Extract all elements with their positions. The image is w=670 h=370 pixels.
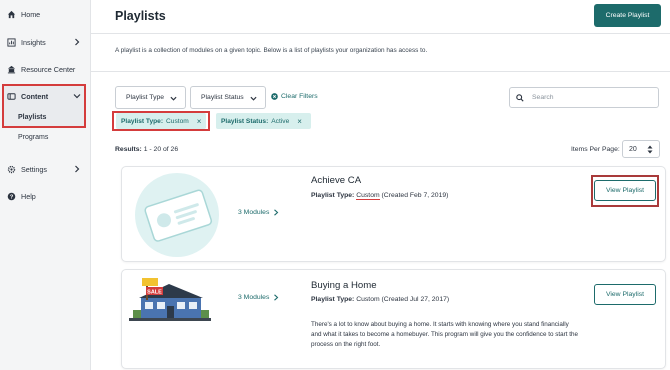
playlist-type-value: Custom (356, 192, 380, 200)
clear-filters-label: Clear Filters (281, 93, 318, 100)
sidebar-item-settings[interactable]: Settings (0, 160, 91, 178)
filter-chip-status: Playlist Status: Active × (216, 113, 311, 129)
page-description: A playlist is a collection of modules on… (115, 47, 428, 54)
search-box[interactable] (509, 87, 659, 108)
sidebar-item-help[interactable]: ? Help (0, 187, 91, 205)
chart-icon (7, 37, 16, 47)
sidebar-item-home[interactable]: Home (0, 5, 91, 23)
playlist-title: Buying a Home (311, 280, 377, 291)
sidebar-item-resource-center[interactable]: Resource Center (0, 60, 91, 78)
svg-text:?: ? (10, 194, 14, 200)
gear-icon (7, 165, 16, 174)
modules-link[interactable]: 3 Modules (238, 294, 279, 301)
modules-count: 3 Modules (238, 294, 270, 301)
playlist-description: There's a lot to know about buying a hom… (311, 321, 578, 348)
playlist-meta: Playlist Type: Custom (Created Jul 27, 2… (311, 296, 449, 303)
sidebar-subitem-programs[interactable]: Programs (18, 134, 48, 141)
page-header (91, 0, 670, 34)
sidebar-item-insights[interactable]: Insights (0, 33, 91, 51)
playlist-meta: Playlist Type: Custom (Created Feb 7, 20… (311, 192, 449, 200)
chevron-down-icon (250, 96, 257, 101)
house-illustration-image: SALE (129, 278, 211, 321)
clear-filters-link[interactable]: Clear Filters (271, 93, 318, 100)
playlist-created: (Created Feb 7, 2019) (381, 192, 449, 199)
sort-arrows-icon (647, 145, 653, 154)
dropdown-label: Playlist Type (126, 94, 165, 101)
sidebar-item-label: Help (21, 191, 36, 201)
chip-value: Active (271, 117, 290, 125)
results-label: Results: (115, 146, 142, 153)
sidebar-item-label: Content (21, 91, 49, 101)
home-icon (7, 10, 16, 19)
modules-link[interactable]: 3 Modules (238, 209, 279, 216)
playlist-created: (Created Jul 27, 2017) (381, 296, 450, 303)
items-per-page-label: Items Per Page: (571, 146, 620, 153)
create-playlist-button[interactable]: Create Playlist (594, 4, 661, 27)
sale-sign-text: SALE (147, 290, 162, 296)
playlist-status-dropdown[interactable]: Playlist Status (190, 86, 266, 109)
results-range: 1 - 20 of 26 (143, 146, 179, 153)
sidebar-item-label: Resource Center (21, 64, 76, 74)
chevron-down-icon (73, 94, 81, 99)
content-icon (7, 92, 16, 101)
chevron-right-icon (75, 165, 80, 173)
chevron-right-icon (75, 38, 80, 46)
view-playlist-button[interactable]: View Playlist (594, 284, 656, 305)
playlist-type-key: Playlist Type: (311, 192, 355, 199)
playlist-title: Achieve CA (311, 175, 362, 186)
items-per-page-select[interactable]: 20 (622, 140, 660, 158)
close-circle-icon (271, 93, 278, 100)
sidebar-item-content[interactable]: Content (0, 87, 91, 105)
chevron-right-icon (274, 294, 279, 301)
playlist-type-key: Playlist Type: (311, 296, 355, 303)
modules-count: 3 Modules (238, 209, 270, 216)
view-playlist-button[interactable]: View Playlist (594, 180, 656, 201)
help-icon: ? (7, 192, 16, 201)
sidebar: Home Insights Resource Center Content Pl… (0, 0, 91, 370)
sidebar-item-label: Insights (21, 37, 46, 47)
sidebar-item-label: Home (21, 9, 41, 19)
dropdown-label: Playlist Status (201, 94, 244, 101)
search-icon (516, 93, 524, 102)
results-count: Results: 1 - 20 of 26 (115, 146, 178, 153)
items-per-page-value: 20 (629, 145, 637, 153)
chip-remove-icon[interactable]: × (297, 117, 302, 126)
playlist-type-value: Custom (356, 296, 380, 303)
chevron-right-icon (274, 209, 279, 216)
card-illustration-image (135, 173, 219, 257)
chip-key: Playlist Status: (221, 117, 269, 125)
sidebar-item-label: Settings (21, 164, 47, 174)
playlist-type-dropdown[interactable]: Playlist Type (115, 86, 186, 109)
building-icon (7, 65, 16, 74)
chip-highlight-box (112, 111, 210, 131)
divider (91, 71, 670, 72)
sidebar-subitem-playlists[interactable]: Playlists (18, 114, 46, 121)
chevron-down-icon (170, 96, 177, 101)
search-input[interactable] (532, 94, 652, 101)
page-title: Playlists (115, 9, 166, 23)
